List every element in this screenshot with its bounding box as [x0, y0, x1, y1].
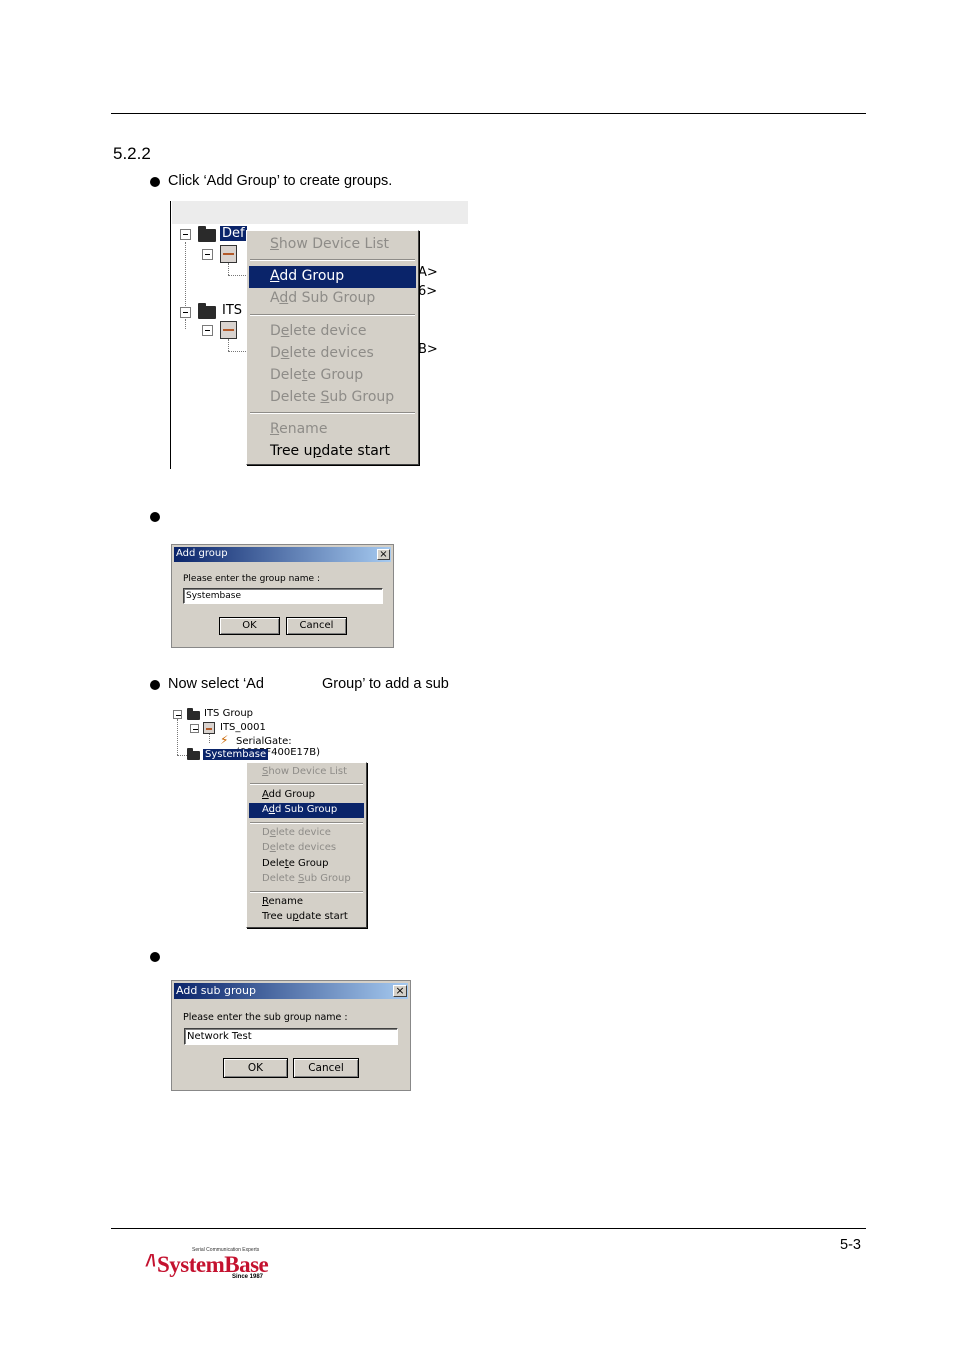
close-icon[interactable]: ×	[393, 985, 407, 997]
device-icon	[220, 321, 237, 339]
menu-item-delete-device[interactable]: Delete device	[249, 321, 416, 343]
menu-separator	[250, 783, 363, 785]
dialog-title: Add group	[176, 548, 228, 559]
collapse-icon[interactable]	[180, 307, 191, 318]
tree-node-its-0001[interactable]: ITS_0001	[220, 722, 266, 733]
tree-line	[228, 351, 248, 352]
page-number: 5-3	[840, 1237, 861, 1253]
menu-item-show-device-list[interactable]: Show Device List	[249, 765, 364, 780]
menu-item-delete-device[interactable]: Delete device	[249, 826, 364, 841]
tree-node-suffix: 6>	[418, 284, 438, 299]
collapse-icon[interactable]	[202, 249, 213, 260]
collapse-icon[interactable]	[190, 724, 199, 733]
bullet-dot	[150, 680, 160, 690]
menu-separator	[250, 314, 415, 316]
bullet-dot	[150, 512, 160, 522]
menu-item-add-group[interactable]: Add Group	[249, 788, 364, 803]
cancel-button[interactable]: Cancel	[286, 617, 347, 635]
menu-item-add-sub-group[interactable]: Add Sub Group	[249, 288, 416, 310]
systembase-logo: Serial Communication Experts /\ SystemBa…	[146, 1245, 271, 1285]
menu-item-tree-update-start[interactable]: Tree update start	[249, 441, 416, 463]
menu-item-add-sub-group[interactable]: Add Sub Group	[249, 803, 364, 818]
menu-item-rename[interactable]: Rename	[249, 895, 364, 910]
ok-button[interactable]: OK	[219, 617, 280, 635]
tree-node-systembase[interactable]: Systembase	[203, 749, 269, 760]
tree-node-suffix: A>	[418, 265, 438, 280]
collapse-icon[interactable]	[180, 229, 191, 240]
tree-node-default[interactable]: Def	[220, 226, 247, 241]
menu-item-delete-group[interactable]: Delete Group	[249, 857, 364, 872]
bullet-text-add-sub-group-part2: Group’ to add a sub	[322, 676, 449, 692]
tree-node-its-group[interactable]: ITS Group	[204, 708, 253, 719]
bullet-text-add-group: Click ‘Add Group’ to create groups.	[168, 173, 393, 189]
menu-separator	[250, 822, 363, 824]
menu-item-tree-update-start[interactable]: Tree update start	[249, 910, 364, 925]
screenshot-sub-group-menu: ITS Group ITS_0001 ⚡ SerialGate:(0005F40…	[170, 705, 370, 930]
group-name-input[interactable]: Systembase	[183, 588, 383, 604]
bullet-dot	[150, 177, 160, 187]
menu-item-delete-sub-group[interactable]: Delete Sub Group	[249, 387, 416, 409]
context-menu: Show Device List Add Group Add Sub Group…	[246, 230, 419, 465]
screenshot-tree-context-menu: Def A> 6> ITS B> Show Device List Add Gr…	[170, 201, 468, 469]
tree-node-suffix: B>	[418, 342, 438, 357]
bullet-text-add-sub-group-part1: Now select ‘Ad	[168, 676, 264, 692]
collapse-icon[interactable]	[173, 710, 182, 719]
dialog-title: Add sub group	[176, 984, 256, 997]
context-menu: Show Device List Add Group Add Sub Group…	[246, 762, 367, 928]
folder-icon	[198, 226, 216, 242]
menu-item-delete-group[interactable]: Delete Group	[249, 365, 416, 387]
folder-icon	[187, 708, 200, 720]
tree-line	[209, 734, 210, 743]
device-icon	[203, 722, 215, 734]
logo-swoosh-icon: /\	[146, 1251, 156, 1270]
tree-line	[185, 319, 186, 329]
tree-line	[228, 263, 229, 275]
menu-separator	[250, 412, 415, 414]
dialog-prompt: Please enter the sub group name :	[183, 1012, 348, 1023]
menu-item-show-device-list[interactable]: Show Device List	[249, 234, 416, 256]
dialog-titlebar: Add sub group	[174, 983, 408, 999]
tree-line	[228, 275, 248, 276]
collapse-icon[interactable]	[202, 325, 213, 336]
menu-item-delete-devices[interactable]: Delete devices	[249, 841, 364, 856]
tree-line	[185, 242, 186, 312]
menu-separator	[250, 891, 363, 893]
panel-border	[170, 201, 171, 469]
menu-item-rename[interactable]: Rename	[249, 419, 416, 441]
tree-node-its[interactable]: ITS	[222, 303, 242, 318]
folder-icon	[187, 748, 200, 760]
dialog-titlebar: Add group	[174, 547, 391, 562]
footer-rule	[111, 1228, 866, 1229]
dialog-prompt: Please enter the group name :	[183, 574, 320, 584]
device-icon	[220, 245, 237, 263]
ok-button[interactable]: OK	[223, 1058, 288, 1078]
tree-line	[177, 755, 187, 756]
tree-line	[228, 339, 229, 351]
sub-group-name-input[interactable]: Network Test	[184, 1028, 398, 1045]
section-number: 5.2.2	[113, 144, 151, 163]
tree-line	[177, 719, 178, 755]
header-rule	[111, 113, 866, 114]
folder-icon	[198, 303, 216, 319]
menu-separator	[250, 259, 415, 261]
menu-item-add-group[interactable]: Add Group	[249, 266, 416, 288]
menu-item-delete-devices[interactable]: Delete devices	[249, 343, 416, 365]
add-group-dialog: Add group × Please enter the group name …	[171, 544, 394, 648]
bullet-dot	[150, 952, 160, 962]
serial-gate-icon: ⚡	[220, 733, 229, 747]
cancel-button[interactable]: Cancel	[293, 1058, 359, 1078]
add-sub-group-dialog: Add sub group × Please enter the sub gro…	[171, 980, 411, 1091]
panel-header	[172, 201, 468, 224]
close-icon[interactable]: ×	[377, 549, 390, 560]
menu-item-delete-sub-group[interactable]: Delete Sub Group	[249, 872, 364, 887]
logo-since: Since 1987	[232, 1274, 264, 1280]
